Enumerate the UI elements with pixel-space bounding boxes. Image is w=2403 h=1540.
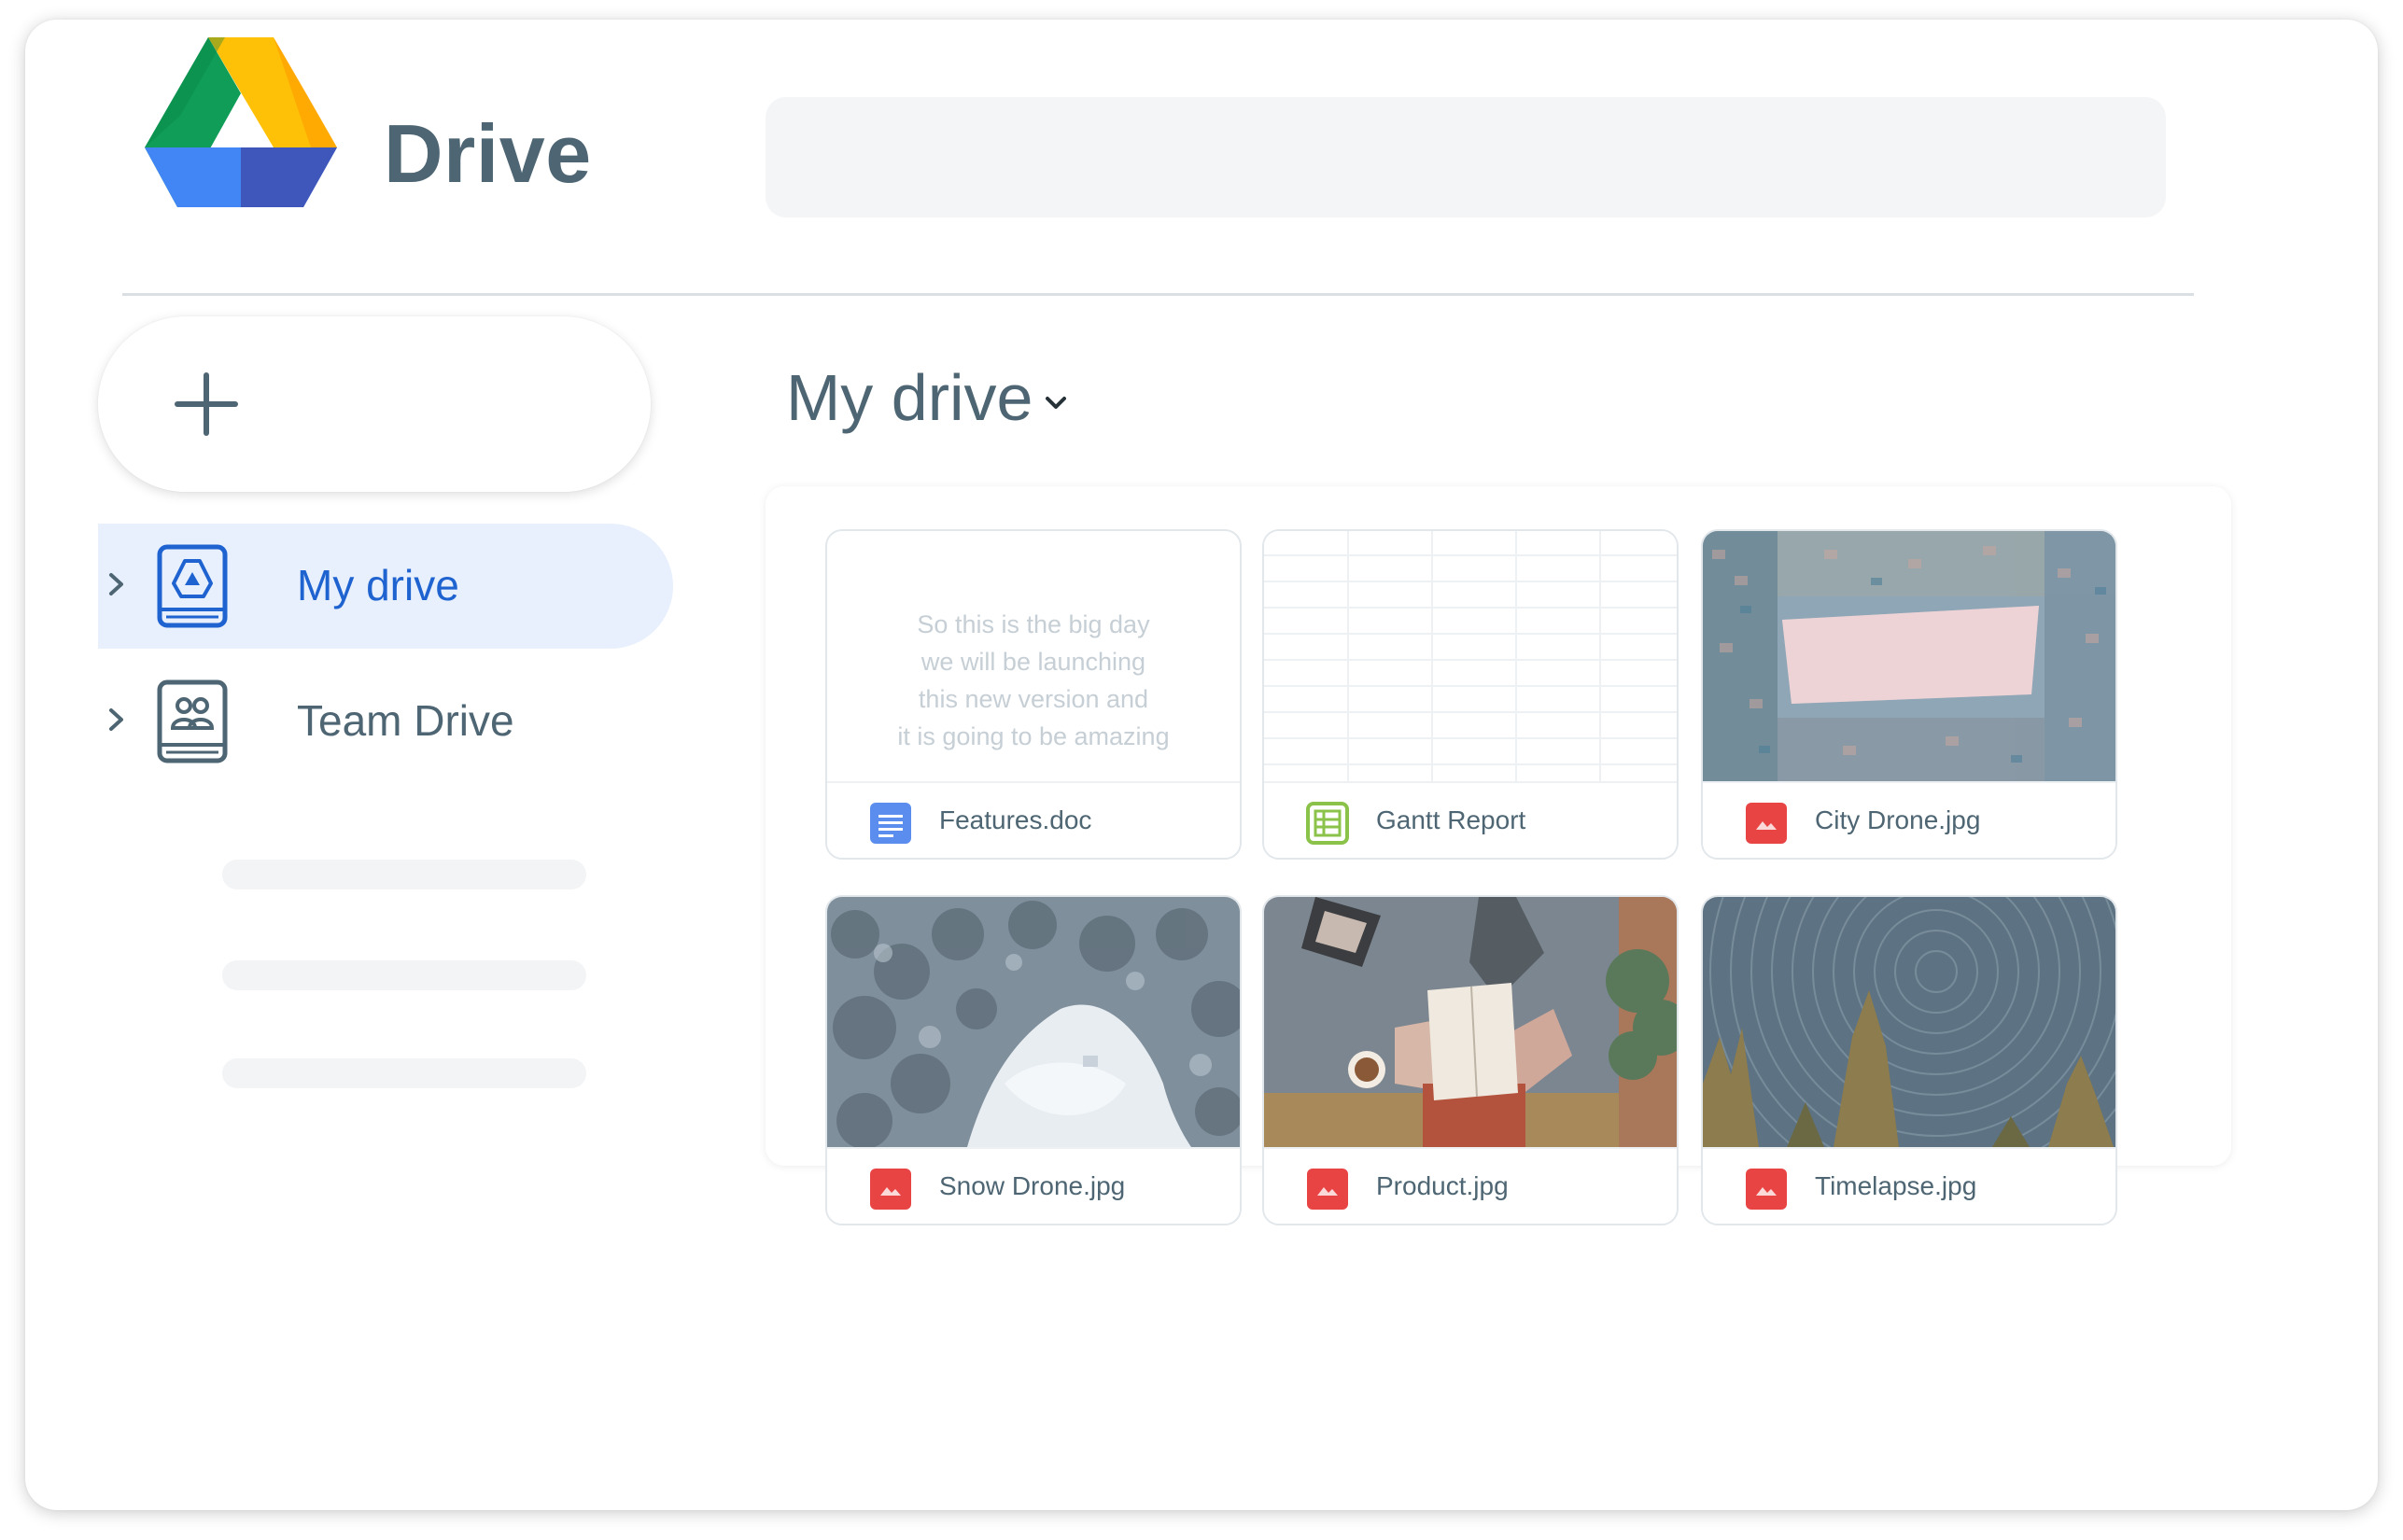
image-file-icon: [870, 1169, 911, 1210]
file-card-snow-drone[interactable]: Snow Drone.jpg: [825, 895, 1242, 1225]
placeholder-line: [222, 860, 586, 889]
image-file-icon: [1746, 803, 1787, 844]
doc-preview-text: So this is the big day we will be launch…: [897, 610, 1170, 750]
chevron-down-icon[interactable]: [1043, 393, 1069, 413]
file-name: Product.jpg: [1376, 1171, 1509, 1200]
search-bar[interactable]: [766, 97, 2166, 217]
file-name: Gantt Report: [1376, 805, 1526, 834]
doc-file-icon: [870, 803, 911, 844]
header-divider: [122, 293, 2194, 296]
sidebar-item-label: My drive: [297, 561, 459, 609]
file-card-timelapse[interactable]: Timelapse.jpg: [1701, 895, 2117, 1225]
google-drive-logo[interactable]: [143, 35, 339, 209]
placeholder-line: [222, 960, 586, 990]
doc-preview: So this is the big day we will be launch…: [827, 531, 1240, 781]
file-card-product[interactable]: Product.jpg: [1262, 895, 1679, 1225]
image-file-icon: [1746, 1169, 1787, 1210]
file-name: Features.doc: [939, 805, 1092, 834]
placeholder-line: [222, 1058, 586, 1088]
page-title: My drive: [786, 361, 1033, 434]
sidebar-item-my-drive[interactable]: My drive: [98, 524, 673, 649]
sheet-file-icon: [1306, 802, 1349, 845]
app-brand: Drive: [384, 107, 592, 200]
file-card-gantt-report[interactable]: Gantt Report: [1262, 529, 1679, 860]
file-grid-panel: So this is the big day we will be launch…: [766, 486, 2231, 1225]
sheet-preview: [1264, 531, 1677, 781]
chevron-right-icon[interactable]: [106, 706, 127, 734]
file-name: Timelapse.jpg: [1815, 1171, 1977, 1200]
product-thumbnail: [1264, 897, 1677, 1147]
sidebar-item-team-drive[interactable]: Team Drive: [98, 659, 673, 784]
team-book-icon: [157, 679, 228, 763]
file-card-city-drone[interactable]: City Drone.jpg: [1701, 529, 2117, 860]
new-button[interactable]: [98, 316, 651, 492]
snow-drone-thumbnail: [827, 897, 1240, 1147]
chevron-right-icon[interactable]: [106, 570, 127, 598]
file-name: City Drone.jpg: [1815, 805, 1981, 834]
plus-icon: [175, 372, 238, 436]
sidebar-item-label: Team Drive: [297, 696, 514, 745]
image-file-icon: [1307, 1169, 1348, 1210]
city-drone-thumbnail: [1703, 531, 2115, 781]
drive-window: Drive My drive Team Drive My drive So th…: [25, 20, 2378, 1510]
file-card-features-doc[interactable]: So this is the big day we will be launch…: [825, 529, 1242, 860]
timelapse-thumbnail: [1703, 897, 2115, 1147]
file-name: Snow Drone.jpg: [939, 1171, 1126, 1200]
drive-book-icon: [157, 544, 228, 628]
